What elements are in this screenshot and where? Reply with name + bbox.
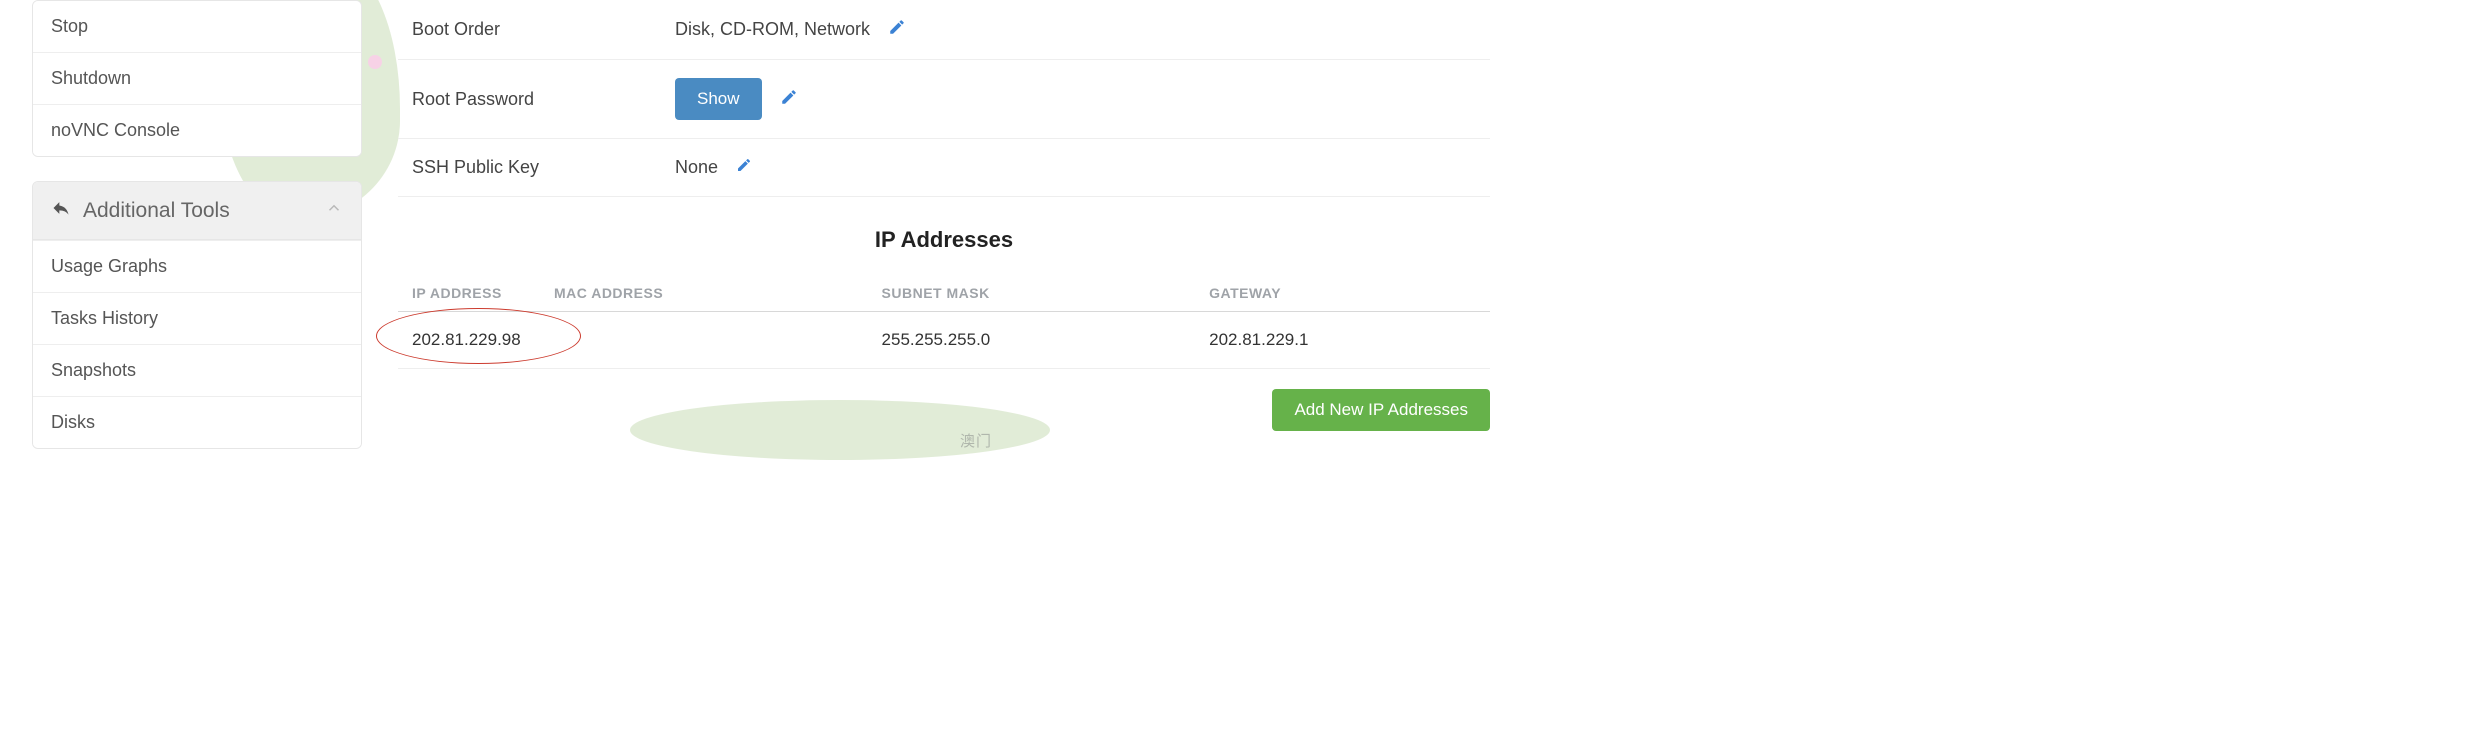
ip-table: IP ADDRESS MAC ADDRESS SUBNET MASK GATEW… [398, 275, 1490, 369]
add-ip-button[interactable]: Add New IP Addresses [1272, 389, 1490, 431]
cell-mac [540, 312, 868, 369]
col-ip: IP ADDRESS [398, 275, 540, 312]
cell-gw: 202.81.229.1 [1195, 312, 1490, 369]
additional-tools-card: Additional Tools Usage Graphs Tasks Hist… [32, 181, 362, 449]
sidebar-item-usage-graphs[interactable]: Usage Graphs [33, 240, 361, 292]
sidebar-item-tasks-history[interactable]: Tasks History [33, 292, 361, 344]
show-password-button[interactable]: Show [675, 78, 762, 120]
cell-ip: 202.81.229.98 [398, 312, 540, 369]
additional-tools-title: Additional Tools [83, 199, 230, 223]
table-row: 202.81.229.98 255.255.255.0 202.81.229.1 [398, 312, 1490, 369]
main-panel: Boot Order Disk, CD-ROM, Network Root Pa… [398, 0, 1490, 431]
root-password-label: Root Password [412, 89, 657, 110]
edit-ssh-key-button[interactable] [736, 157, 752, 178]
sidebar-item-disks[interactable]: Disks [33, 396, 361, 448]
stop-button[interactable]: Stop [33, 1, 361, 52]
boot-order-value: Disk, CD-ROM, Network [675, 19, 870, 40]
additional-tools-toggle[interactable]: Additional Tools [33, 182, 361, 240]
sidebar: Stop Shutdown noVNC Console Additional T… [32, 0, 362, 465]
edit-root-password-button[interactable] [780, 88, 798, 111]
map-label: 澳门 [960, 430, 992, 451]
col-mask: SUBNET MASK [868, 275, 1196, 312]
col-gw: GATEWAY [1195, 275, 1490, 312]
power-actions-card: Stop Shutdown noVNC Console [32, 0, 362, 157]
row-root-password: Root Password Show [398, 60, 1490, 139]
pencil-icon [780, 88, 798, 106]
col-mac: MAC ADDRESS [540, 275, 868, 312]
row-boot-order: Boot Order Disk, CD-ROM, Network [398, 0, 1490, 60]
ssh-key-value: None [675, 157, 718, 178]
pencil-icon [888, 18, 906, 36]
cell-mask: 255.255.255.0 [868, 312, 1196, 369]
pencil-icon [736, 157, 752, 173]
ip-actions: Add New IP Addresses [398, 369, 1490, 431]
row-ssh-key: SSH Public Key None [398, 139, 1490, 197]
novnc-console-button[interactable]: noVNC Console [33, 104, 361, 156]
shutdown-button[interactable]: Shutdown [33, 52, 361, 104]
ip-addresses-title: IP Addresses [398, 197, 1490, 275]
edit-boot-order-button[interactable] [888, 18, 906, 41]
sidebar-item-snapshots[interactable]: Snapshots [33, 344, 361, 396]
chevron-up-icon [325, 199, 343, 222]
ssh-key-label: SSH Public Key [412, 157, 657, 178]
boot-order-label: Boot Order [412, 19, 657, 40]
reply-icon [51, 198, 71, 223]
